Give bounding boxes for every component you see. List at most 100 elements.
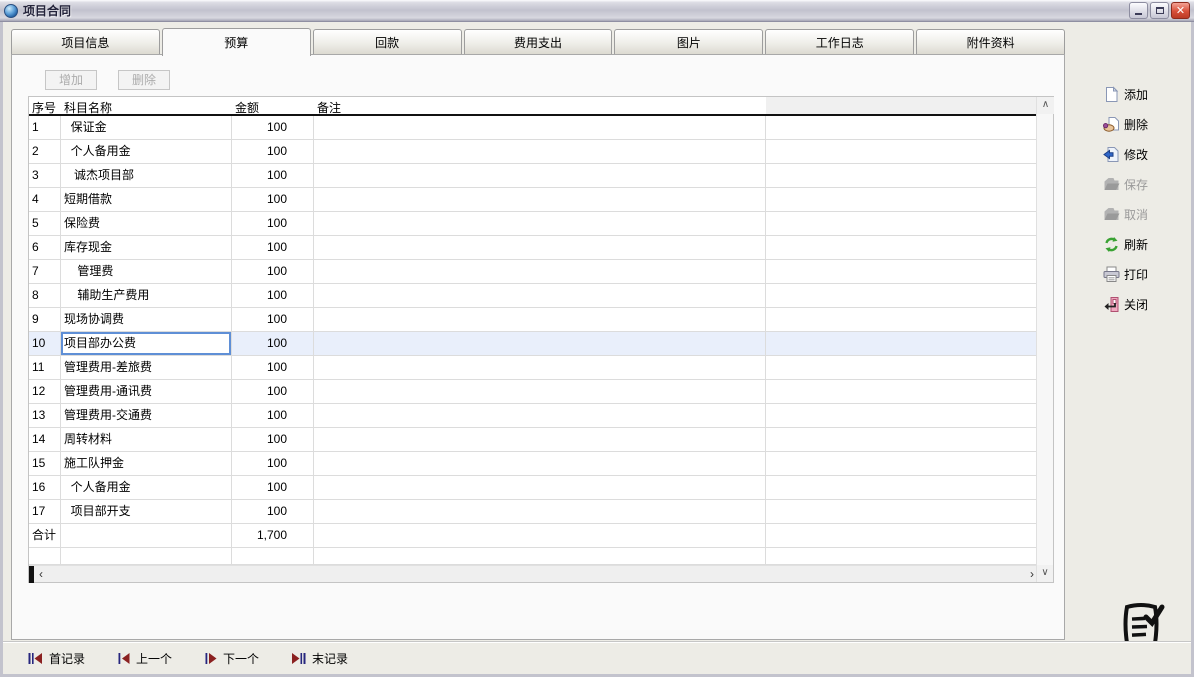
grid-add-button[interactable]: 增加 (45, 70, 97, 90)
row-note[interactable] (314, 284, 766, 307)
table-row[interactable]: 5保险费100 (29, 212, 1053, 236)
row-note[interactable] (314, 332, 766, 355)
tab-project-info[interactable]: 项目信息 (11, 29, 160, 55)
table-row[interactable]: 17 项目部开支100 (29, 500, 1053, 524)
table-row[interactable]: 11管理费用-差旅费100 (29, 356, 1053, 380)
row-note[interactable] (314, 548, 766, 564)
row-amount[interactable] (232, 548, 314, 564)
row-subject-name[interactable]: 项目部办公费 (61, 332, 232, 355)
tab-payment-collection[interactable]: 回款 (313, 29, 462, 55)
row-amount[interactable]: 1,700 (232, 524, 314, 547)
row-note[interactable] (314, 164, 766, 187)
row-amount[interactable]: 100 (232, 332, 314, 355)
table-row[interactable] (29, 548, 1053, 565)
table-row[interactable]: 合计1,700 (29, 524, 1053, 548)
table-row[interactable]: 4短期借款100 (29, 188, 1053, 212)
scroll-up-icon[interactable]: ∧ (1037, 97, 1054, 114)
first-record-button[interactable]: 首记录 (28, 650, 85, 667)
row-amount[interactable]: 100 (232, 212, 314, 235)
row-note[interactable] (314, 140, 766, 163)
row-amount[interactable]: 100 (232, 164, 314, 187)
maximize-button[interactable] (1150, 2, 1169, 19)
row-subject-name[interactable] (61, 548, 232, 564)
table-row[interactable]: 1 保证金100 (29, 116, 1053, 140)
row-subject-name[interactable]: 管理费用-差旅费 (61, 356, 232, 379)
row-note[interactable] (314, 308, 766, 331)
row-subject-name[interactable]: 短期借款 (61, 188, 232, 211)
tab-expenses[interactable]: 费用支出 (464, 29, 613, 55)
row-subject-name[interactable]: 保证金 (61, 116, 232, 139)
row-amount[interactable]: 100 (232, 188, 314, 211)
table-row[interactable]: 7 管理费100 (29, 260, 1053, 284)
print-button[interactable]: 打印 (1103, 264, 1148, 284)
row-note[interactable] (314, 500, 766, 523)
row-subject-name[interactable]: 管理费 (61, 260, 232, 283)
row-note[interactable] (314, 380, 766, 403)
row-subject-name[interactable]: 个人备用金 (61, 140, 232, 163)
row-subject-name[interactable]: 库存现金 (61, 236, 232, 259)
previous-record-button[interactable]: 上一个 (118, 650, 172, 667)
row-amount[interactable]: 100 (232, 380, 314, 403)
table-row[interactable]: 6库存现金100 (29, 236, 1053, 260)
row-subject-name[interactable]: 管理费用-通讯费 (61, 380, 232, 403)
tab-pictures[interactable]: 图片 (614, 29, 763, 55)
scroll-right-icon[interactable]: › (1030, 566, 1034, 582)
horizontal-scrollbar[interactable]: ‹ › (29, 565, 1038, 582)
row-subject-name[interactable] (61, 524, 232, 547)
row-note[interactable] (314, 452, 766, 475)
row-subject-name[interactable]: 管理费用-交通费 (61, 404, 232, 427)
close-button[interactable]: ✕ (1171, 2, 1190, 19)
table-row[interactable]: 13管理费用-交通费100 (29, 404, 1053, 428)
save-button[interactable]: 保存 (1103, 174, 1148, 194)
row-subject-name[interactable]: 个人备用金 (61, 476, 232, 499)
row-amount[interactable]: 100 (232, 308, 314, 331)
add-button[interactable]: 添加 (1103, 84, 1148, 104)
row-note[interactable] (314, 428, 766, 451)
row-subject-name[interactable]: 项目部开支 (61, 500, 232, 523)
table-row[interactable]: 14周转材料100 (29, 428, 1053, 452)
row-note[interactable] (314, 524, 766, 547)
row-amount[interactable]: 100 (232, 236, 314, 259)
table-row[interactable]: 10项目部办公费100 (29, 332, 1053, 356)
row-amount[interactable]: 100 (232, 284, 314, 307)
row-note[interactable] (314, 260, 766, 283)
row-note[interactable] (314, 188, 766, 211)
modify-button[interactable]: 修改 (1103, 144, 1148, 164)
tab-budget[interactable]: 预算 (162, 28, 311, 56)
minimize-button[interactable] (1129, 2, 1148, 19)
scroll-down-icon[interactable]: ∨ (1036, 565, 1053, 582)
row-subject-name[interactable]: 现场协调费 (61, 308, 232, 331)
refresh-button[interactable]: 刷新 (1103, 234, 1148, 254)
row-amount[interactable]: 100 (232, 140, 314, 163)
table-row[interactable]: 8 辅助生产费用100 (29, 284, 1053, 308)
row-note[interactable] (314, 356, 766, 379)
table-row[interactable]: 9现场协调费100 (29, 308, 1053, 332)
row-subject-name[interactable]: 周转材料 (61, 428, 232, 451)
row-subject-name[interactable]: 辅助生产费用 (61, 284, 232, 307)
last-record-button[interactable]: 末记录 (291, 650, 348, 667)
row-amount[interactable]: 100 (232, 116, 314, 139)
row-note[interactable] (314, 212, 766, 235)
tab-work-log[interactable]: 工作日志 (765, 29, 914, 55)
row-amount[interactable]: 100 (232, 404, 314, 427)
row-amount[interactable]: 100 (232, 428, 314, 451)
table-row[interactable]: 12管理费用-通讯费100 (29, 380, 1053, 404)
delete-button[interactable]: 删除 (1103, 114, 1148, 134)
row-note[interactable] (314, 116, 766, 139)
tab-attachments[interactable]: 附件资料 (916, 29, 1065, 55)
vertical-scrollbar[interactable]: ∧ (1036, 97, 1053, 567)
row-subject-name[interactable]: 保险费 (61, 212, 232, 235)
table-row[interactable]: 3 诚杰项目部100 (29, 164, 1053, 188)
next-record-button[interactable]: 下一个 (205, 650, 259, 667)
row-amount[interactable]: 100 (232, 260, 314, 283)
table-row[interactable]: 15施工队押金100 (29, 452, 1053, 476)
row-note[interactable] (314, 236, 766, 259)
scroll-left-icon[interactable]: ‹ (39, 566, 43, 582)
row-subject-name[interactable]: 诚杰项目部 (61, 164, 232, 187)
row-note[interactable] (314, 404, 766, 427)
cancel-button[interactable]: 取消 (1103, 204, 1148, 224)
row-amount[interactable]: 100 (232, 356, 314, 379)
close-form-button[interactable]: 关闭 (1103, 294, 1148, 314)
grid-delete-button[interactable]: 删除 (118, 70, 170, 90)
row-amount[interactable]: 100 (232, 500, 314, 523)
